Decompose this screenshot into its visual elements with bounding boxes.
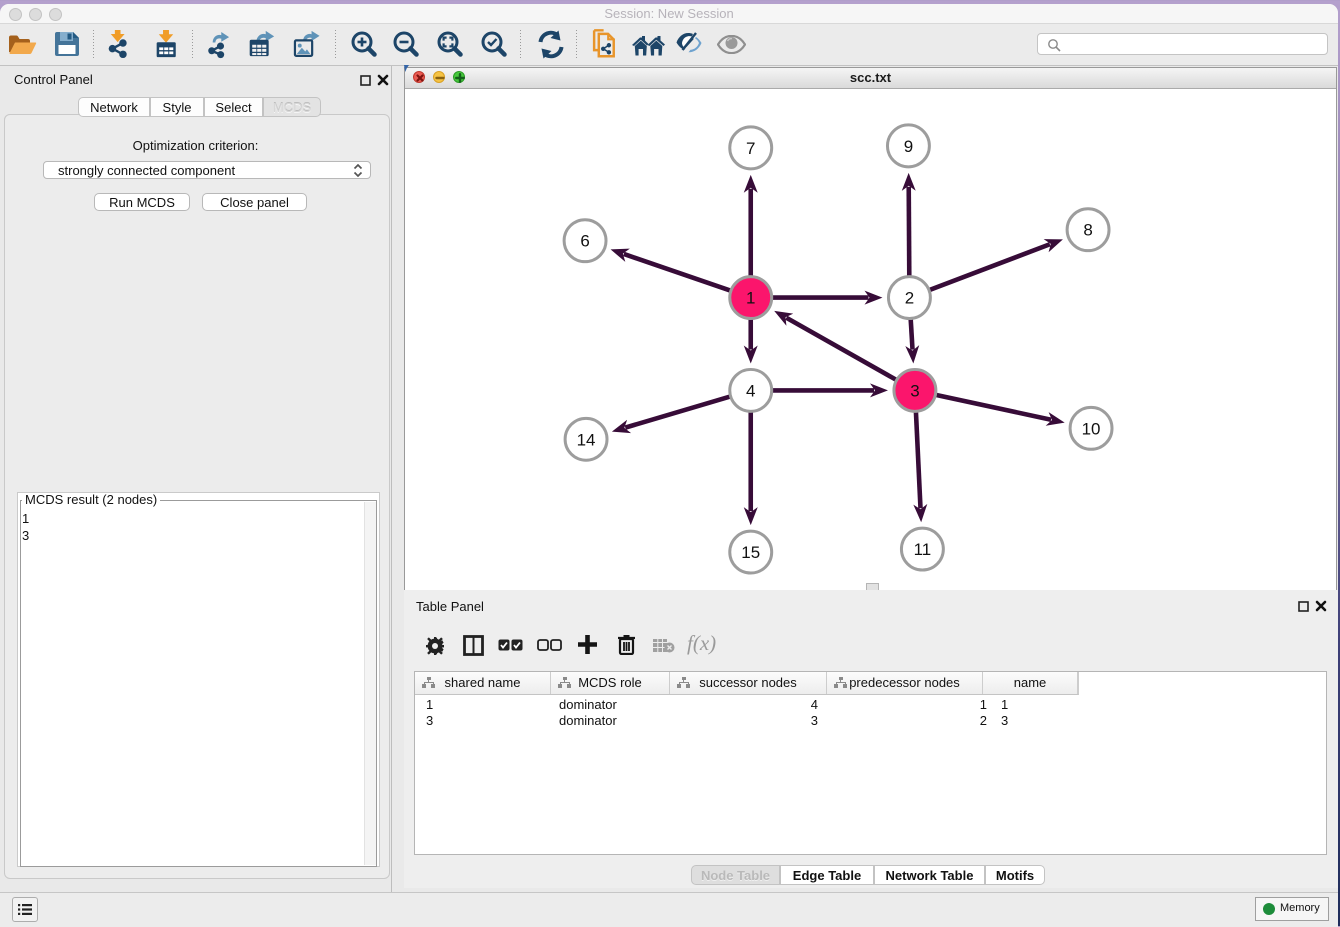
svg-text:1: 1 xyxy=(746,289,755,308)
svg-text:7: 7 xyxy=(746,139,755,158)
svg-text:3: 3 xyxy=(910,381,919,400)
svg-text:14: 14 xyxy=(577,430,596,449)
svg-text:2: 2 xyxy=(905,289,914,308)
svg-text:11: 11 xyxy=(914,540,932,559)
svg-text:6: 6 xyxy=(580,232,589,251)
svg-text:15: 15 xyxy=(741,543,760,562)
svg-text:9: 9 xyxy=(904,137,913,156)
svg-text:10: 10 xyxy=(1082,419,1101,438)
svg-text:8: 8 xyxy=(1083,221,1092,240)
svg-text:4: 4 xyxy=(746,381,755,400)
